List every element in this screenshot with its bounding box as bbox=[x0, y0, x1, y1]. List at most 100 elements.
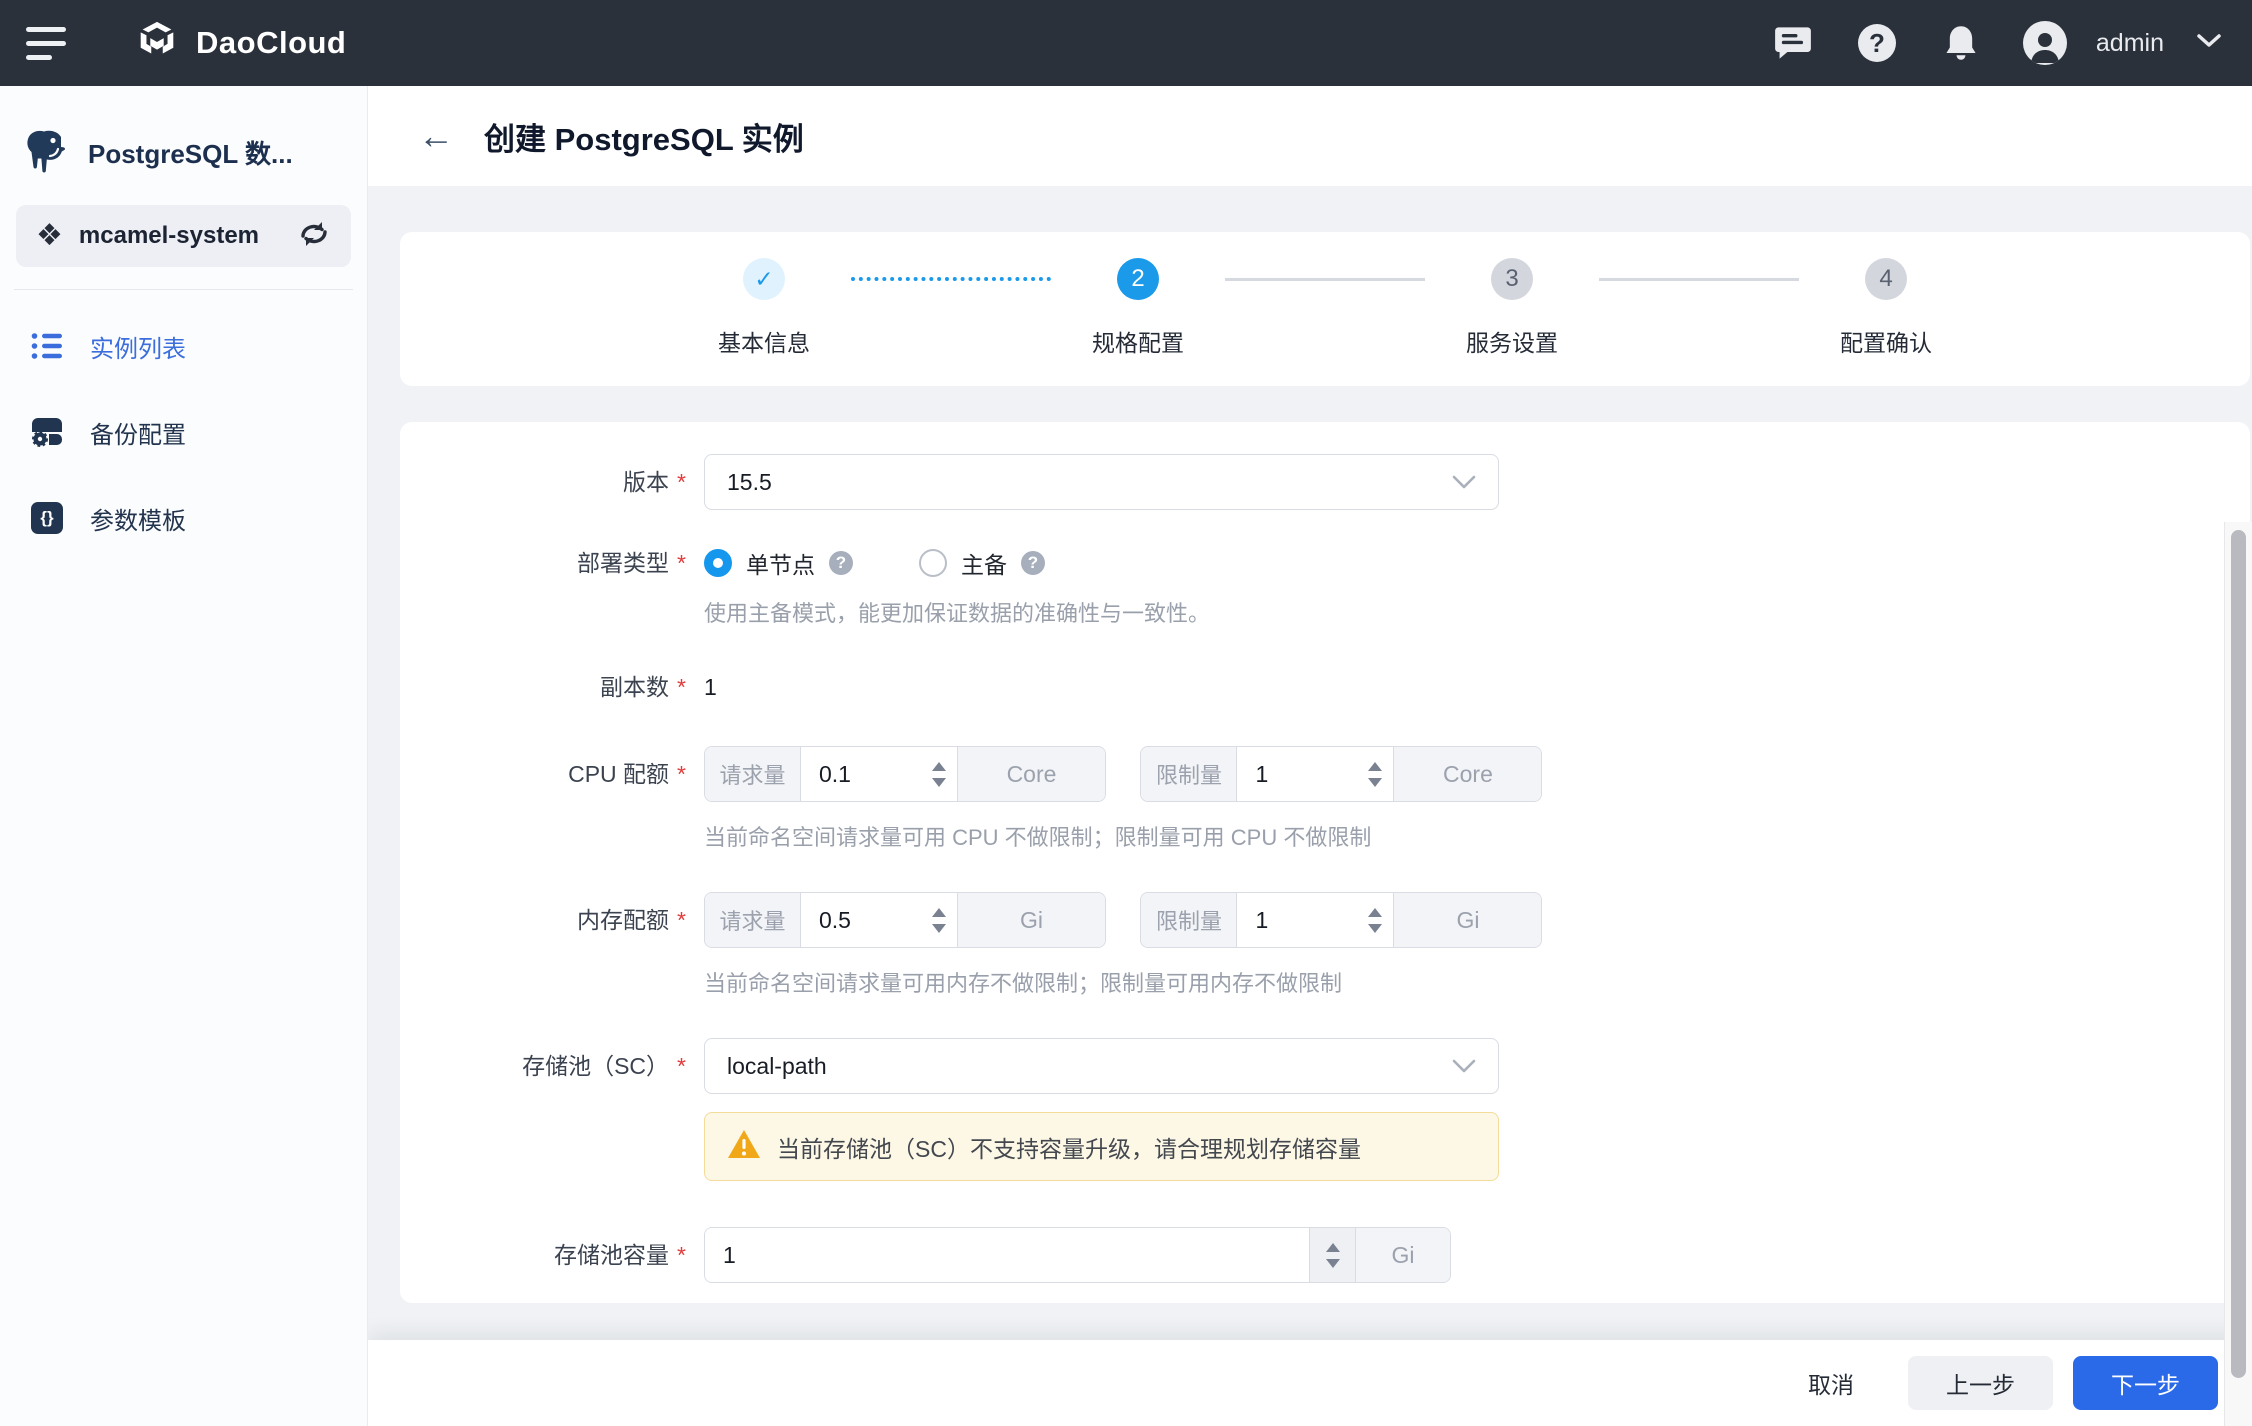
notification-bell-icon[interactable] bbox=[1938, 20, 1984, 66]
radio-unselected-icon[interactable] bbox=[919, 549, 947, 577]
version-select[interactable]: 15.5 bbox=[704, 454, 1499, 510]
cpu-limit-stepper[interactable] bbox=[1357, 747, 1393, 801]
field-label-version: 版本* bbox=[400, 454, 686, 510]
cpu-quota-hint: 当前命名空间请求量可用 CPU 不做限制；限制量可用 CPU 不做限制 bbox=[704, 820, 1542, 852]
step-circle-done[interactable]: ✓ bbox=[743, 258, 785, 300]
step-config-confirm: 4 配置确认 bbox=[1811, 258, 1961, 358]
help-icon[interactable]: ? bbox=[1854, 20, 1900, 66]
sidebar-divider bbox=[14, 289, 353, 290]
required-marker: * bbox=[677, 746, 686, 852]
memory-unit: Gi bbox=[1393, 893, 1541, 947]
storage-class-value: local-path bbox=[727, 1053, 827, 1080]
required-marker: * bbox=[677, 672, 686, 702]
step-down-icon[interactable] bbox=[932, 778, 946, 787]
memory-request-group: 请求量 Gi bbox=[704, 892, 1106, 948]
radio-primary-standby[interactable]: 主备 ? bbox=[919, 546, 1045, 580]
step-down-icon[interactable] bbox=[1368, 924, 1382, 933]
warning-icon bbox=[727, 1129, 761, 1164]
sidebar-item-parameter-template[interactable]: {} 参数模板 bbox=[0, 496, 367, 540]
stepper-card: ✓ 基本信息 2 规格配置 3 服务设置 4 配置确认 bbox=[400, 232, 2250, 386]
step-up-icon[interactable] bbox=[1368, 762, 1382, 771]
back-button[interactable]: ← bbox=[418, 118, 454, 154]
memory-limit-input[interactable] bbox=[1237, 893, 1357, 947]
sidebar-item-instance-list[interactable]: 实例列表 bbox=[0, 324, 367, 368]
step-up-icon[interactable] bbox=[932, 908, 946, 917]
namespace-selector[interactable]: ❖ mcamel-system bbox=[16, 205, 351, 267]
step-up-icon[interactable] bbox=[932, 762, 946, 771]
wizard-stepper: ✓ 基本信息 2 规格配置 3 服务设置 4 配置确认 bbox=[400, 258, 2250, 358]
step-down-icon[interactable] bbox=[1368, 778, 1382, 787]
cpu-unit: Core bbox=[1393, 747, 1541, 801]
sidebar-item-label: 参数模板 bbox=[90, 501, 186, 536]
deploy-type-hint: 使用主备模式，能更加保证数据的准确性与一致性。 bbox=[704, 596, 1210, 628]
namespace-icon: ❖ bbox=[36, 221, 63, 251]
storage-capacity-input[interactable] bbox=[705, 1228, 1309, 1282]
storage-capacity-stepper[interactable] bbox=[1309, 1228, 1355, 1282]
radio-selected-icon[interactable] bbox=[704, 549, 732, 577]
previous-step-button[interactable]: 上一步 bbox=[1908, 1356, 2053, 1410]
memory-request-input[interactable] bbox=[801, 893, 921, 947]
version-select-value: 15.5 bbox=[727, 469, 772, 496]
sidebar-item-label: 实例列表 bbox=[90, 329, 186, 364]
sidebar: PostgreSQL 数... ❖ mcamel-system 实例列表 bbox=[0, 86, 368, 1426]
field-label-storage-class: 存储池（SC）* bbox=[400, 1038, 686, 1181]
step-circle-active: 2 bbox=[1117, 258, 1159, 300]
step-down-icon[interactable] bbox=[932, 924, 946, 933]
storage-capacity-unit: Gi bbox=[1355, 1228, 1450, 1282]
chevron-down-icon bbox=[1452, 1053, 1476, 1080]
memory-request-stepper[interactable] bbox=[921, 893, 957, 947]
step-down-icon[interactable] bbox=[1326, 1259, 1340, 1268]
memory-limit-prefix: 限制量 bbox=[1141, 893, 1237, 947]
help-icon[interactable]: ? bbox=[1021, 551, 1045, 575]
chevron-down-icon[interactable] bbox=[2196, 33, 2222, 54]
user-avatar[interactable] bbox=[2022, 20, 2068, 66]
message-icon[interactable] bbox=[1770, 20, 1816, 66]
step-up-icon[interactable] bbox=[1368, 908, 1382, 917]
step-label: 规格配置 bbox=[1092, 324, 1184, 358]
main-area: ← 创建 PostgreSQL 实例 ✓ 基本信息 2 规格配置 3 服务设置 bbox=[368, 86, 2252, 1426]
required-marker: * bbox=[677, 1038, 686, 1181]
refresh-icon[interactable] bbox=[297, 219, 331, 254]
brand-logo[interactable]: DaoCloud bbox=[134, 18, 346, 69]
radio-single-node[interactable]: 单节点 ? bbox=[704, 546, 853, 580]
next-step-button[interactable]: 下一步 bbox=[2073, 1356, 2218, 1410]
help-icon[interactable]: ? bbox=[829, 551, 853, 575]
cpu-request-input[interactable] bbox=[801, 747, 921, 801]
cancel-button[interactable]: 取消 bbox=[1808, 1366, 1854, 1400]
warning-text: 当前存储池（SC）不支持容量升级，请合理规划存储容量 bbox=[777, 1130, 1361, 1164]
memory-request-prefix: 请求量 bbox=[705, 893, 801, 947]
content-area: ✓ 基本信息 2 规格配置 3 服务设置 4 配置确认 bbox=[368, 186, 2252, 1340]
vertical-scrollbar-track[interactable] bbox=[2224, 522, 2252, 1426]
postgresql-logo-icon bbox=[22, 126, 70, 179]
field-label-memory-quota: 内存配额* bbox=[400, 892, 686, 998]
sidebar-item-backup-config[interactable]: 备份配置 bbox=[0, 410, 367, 454]
cpu-limit-prefix: 限制量 bbox=[1141, 747, 1237, 801]
cpu-request-prefix: 请求量 bbox=[705, 747, 801, 801]
list-icon bbox=[30, 331, 64, 361]
hamburger-menu-icon[interactable] bbox=[26, 23, 70, 63]
replicas-value: 1 bbox=[704, 672, 717, 702]
required-marker: * bbox=[677, 454, 686, 510]
cpu-limit-input[interactable] bbox=[1237, 747, 1357, 801]
topbar: DaoCloud ? admin bbox=[0, 0, 2252, 86]
storage-class-warning: 当前存储池（SC）不支持容量升级，请合理规划存储容量 bbox=[704, 1112, 1499, 1181]
required-marker: * bbox=[677, 1227, 686, 1283]
username-label[interactable]: admin bbox=[2096, 29, 2164, 58]
cpu-request-stepper[interactable] bbox=[921, 747, 957, 801]
step-connector-dotted bbox=[825, 258, 1077, 300]
storage-class-select[interactable]: local-path bbox=[704, 1038, 1499, 1094]
memory-limit-stepper[interactable] bbox=[1357, 893, 1393, 947]
required-marker: * bbox=[677, 548, 686, 628]
field-label-deploy-type: 部署类型* bbox=[400, 548, 686, 628]
step-up-icon[interactable] bbox=[1326, 1243, 1340, 1252]
step-basic-info[interactable]: ✓ 基本信息 bbox=[689, 258, 839, 358]
sidebar-item-label: 备份配置 bbox=[90, 415, 186, 450]
product-header[interactable]: PostgreSQL 数... bbox=[0, 86, 367, 179]
step-label: 服务设置 bbox=[1466, 324, 1558, 358]
namespace-name: mcamel-system bbox=[79, 222, 281, 250]
step-circle-todo: 4 bbox=[1865, 258, 1907, 300]
vertical-scrollbar-thumb[interactable] bbox=[2231, 530, 2246, 1378]
step-label: 基本信息 bbox=[718, 324, 810, 358]
brand-name: DaoCloud bbox=[196, 25, 346, 61]
step-connector bbox=[1573, 258, 1825, 300]
